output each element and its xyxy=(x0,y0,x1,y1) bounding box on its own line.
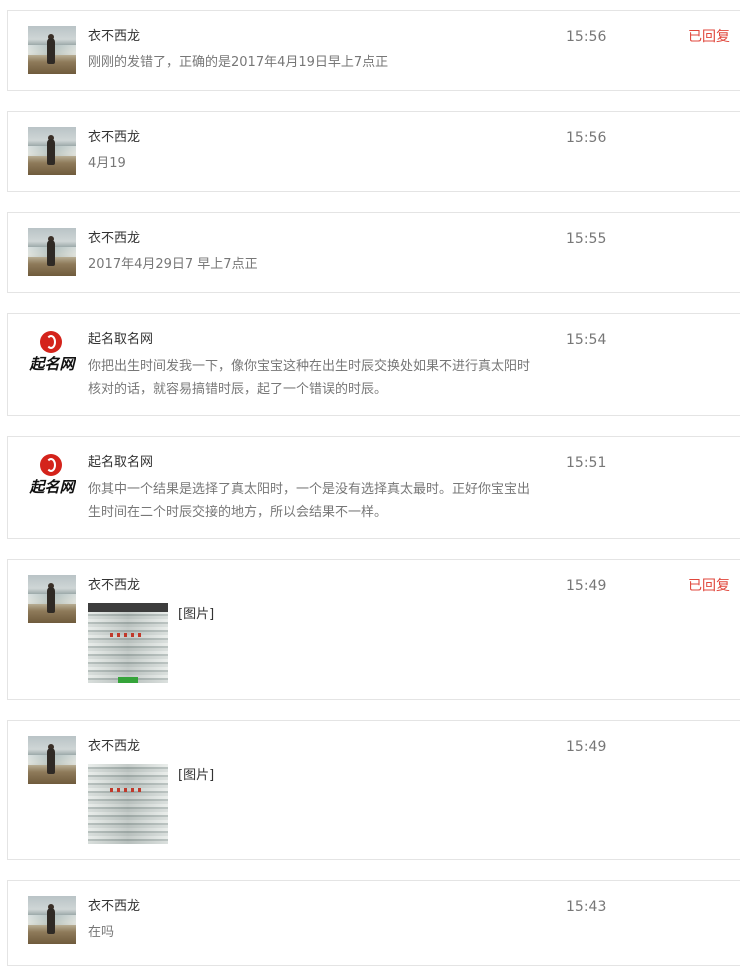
message-text: 刚刚的发错了，正确的是2017年4月19日早上7点正 xyxy=(88,55,389,70)
sender-name: 衣不西龙 xyxy=(88,29,141,44)
avatar-logo-text: 起名网 xyxy=(29,355,75,373)
image-thumbnail[interactable] xyxy=(88,603,168,683)
message-item[interactable]: 衣不西龙 15:49 已回复 [图片] xyxy=(7,559,740,700)
replied-status: 已回复 xyxy=(688,578,730,594)
replied-status: 已回复 xyxy=(688,29,730,45)
sender-name: 起名取名网 xyxy=(88,332,154,347)
message-time: 15:49 xyxy=(566,739,607,755)
sender-name: 衣不西龙 xyxy=(88,130,141,145)
message-time: 15:49 xyxy=(566,578,607,594)
message-item[interactable]: 衣不西龙 15:49 [图片] xyxy=(7,720,740,860)
message-time: 15:51 xyxy=(566,455,607,471)
avatar[interactable] xyxy=(28,736,76,784)
avatar[interactable] xyxy=(28,575,76,623)
image-label: [图片] xyxy=(178,768,215,783)
message-item[interactable]: 衣不西龙 15:56 4月19 xyxy=(7,111,740,192)
image-label: [图片] xyxy=(178,607,215,622)
message-item[interactable]: 衣不西龙 15:55 2017年4月29日7 早上7点正 xyxy=(7,212,740,293)
message-time: 15:56 xyxy=(566,29,607,45)
sender-name: 衣不西龙 xyxy=(88,739,141,754)
sender-name: 衣不西龙 xyxy=(88,578,141,593)
avatar[interactable] xyxy=(28,896,76,944)
message-item[interactable]: 衣不西龙 15:56 已回复 刚刚的发错了，正确的是2017年4月19日早上7点… xyxy=(7,10,740,91)
image-thumbnail[interactable] xyxy=(88,764,168,844)
message-text-line: 核对的话，就容易搞错时辰，起了一个错误的时辰。 xyxy=(88,382,388,397)
avatar-logo-text: 起名网 xyxy=(29,478,75,496)
avatar[interactable] xyxy=(28,127,76,175)
sender-name: 衣不西龙 xyxy=(88,899,141,914)
avatar[interactable]: 起名网 xyxy=(28,329,76,377)
message-text-line: 你把出生时间发我一下，像你宝宝这种在出生时辰交换处如果不进行真太阳时 xyxy=(88,359,531,374)
message-time: 15:55 xyxy=(566,231,607,247)
message-item[interactable]: 起名网 起名取名网 15:51 你其中一个结果是选择了真太阳时，一个是没有选择真… xyxy=(7,436,740,539)
message-time: 15:56 xyxy=(566,130,607,146)
message-text-line: 生时间在二个时辰交接的地方，所以会结果不一样。 xyxy=(88,505,388,520)
avatar[interactable]: 起名网 xyxy=(28,452,76,500)
message-text: 2017年4月29日7 早上7点正 xyxy=(88,257,258,272)
message-text: 4月19 xyxy=(88,156,126,171)
logo-icon xyxy=(40,331,62,353)
sender-name: 衣不西龙 xyxy=(88,231,141,246)
message-text: 你其中一个结果是选择了真太阳时，一个是没有选择真太最时。正好你宝宝出 生时间在二… xyxy=(88,478,568,524)
message-text-line: 你其中一个结果是选择了真太阳时，一个是没有选择真太最时。正好你宝宝出 xyxy=(88,482,531,497)
message-item[interactable]: 起名网 起名取名网 15:54 你把出生时间发我一下，像你宝宝这种在出生时辰交换… xyxy=(7,313,740,416)
message-time: 15:54 xyxy=(566,332,607,348)
avatar[interactable] xyxy=(28,228,76,276)
sender-name: 起名取名网 xyxy=(88,455,154,470)
message-item[interactable]: 衣不西龙 15:43 在吗 xyxy=(7,880,740,966)
message-time: 15:43 xyxy=(566,899,607,915)
message-text: 你把出生时间发我一下，像你宝宝这种在出生时辰交换处如果不进行真太阳时 核对的话，… xyxy=(88,355,568,401)
message-text: 在吗 xyxy=(88,925,115,940)
logo-icon xyxy=(40,454,62,476)
avatar[interactable] xyxy=(28,26,76,74)
